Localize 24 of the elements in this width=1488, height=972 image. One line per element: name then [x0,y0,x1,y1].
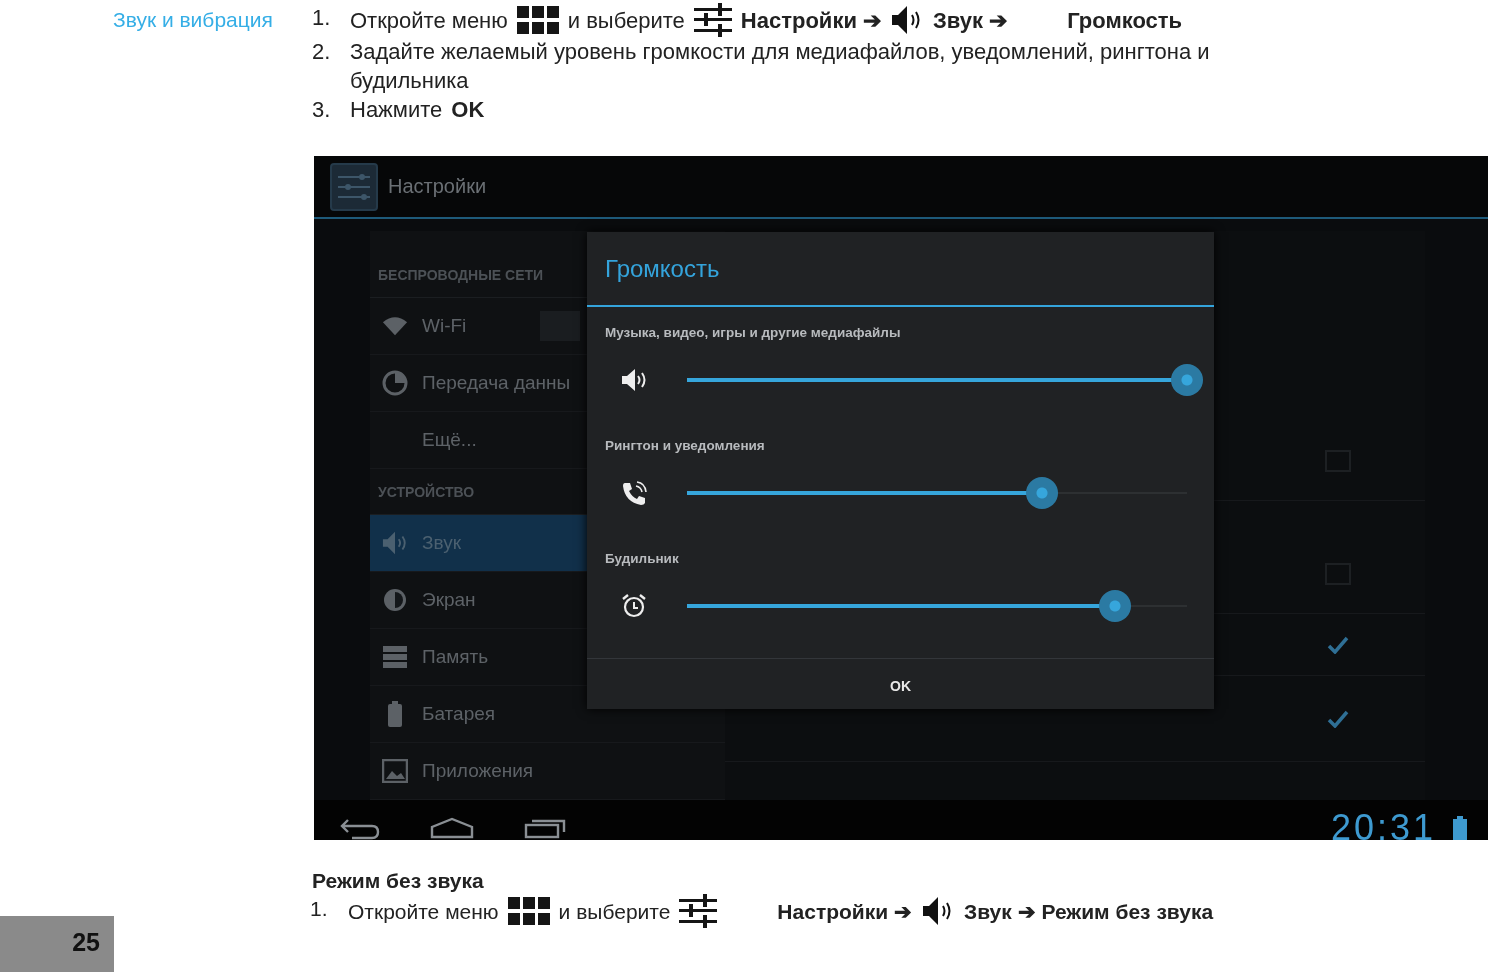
instruction-text: Откройте меню [348,898,499,925]
section-title: Звук и вибрация [112,7,274,32]
step-number: 2. [312,38,332,66]
step-number: 3. [312,96,332,124]
menu-path-text: Настройки ➔ [740,6,882,35]
instruction-text: и выберите [558,898,671,925]
section-heading: Режим без звука [312,868,485,894]
step-number: 1. [310,896,329,922]
menu-path-text: Громкость [1067,6,1183,35]
page-number: 25 [0,916,114,972]
menu-path-text: Звук ➔ Режим без звука [964,898,1214,925]
instruction-text: Задайте желаемый уровень громкости для медиафайлов, уведомлений, рингтона и будильника [350,38,1210,95]
instruction-text: Откройте меню [350,6,508,35]
menu-path-text: Настройки ➔ [777,898,912,925]
ok-button[interactable]: OK [587,658,1214,712]
app-title: Настройки [388,175,487,198]
clock-text: 20:31 [1330,806,1436,840]
menu-path-text: Звук ➔ [933,6,1008,35]
dialog-title: Громкость [587,232,1214,307]
instruction-text: Нажмите [350,96,443,124]
slider-label: Будильник [604,549,680,568]
step-number: 1. [312,4,332,32]
instruction-text: и выберите [567,6,685,35]
menu-path-text: OK [451,96,485,124]
